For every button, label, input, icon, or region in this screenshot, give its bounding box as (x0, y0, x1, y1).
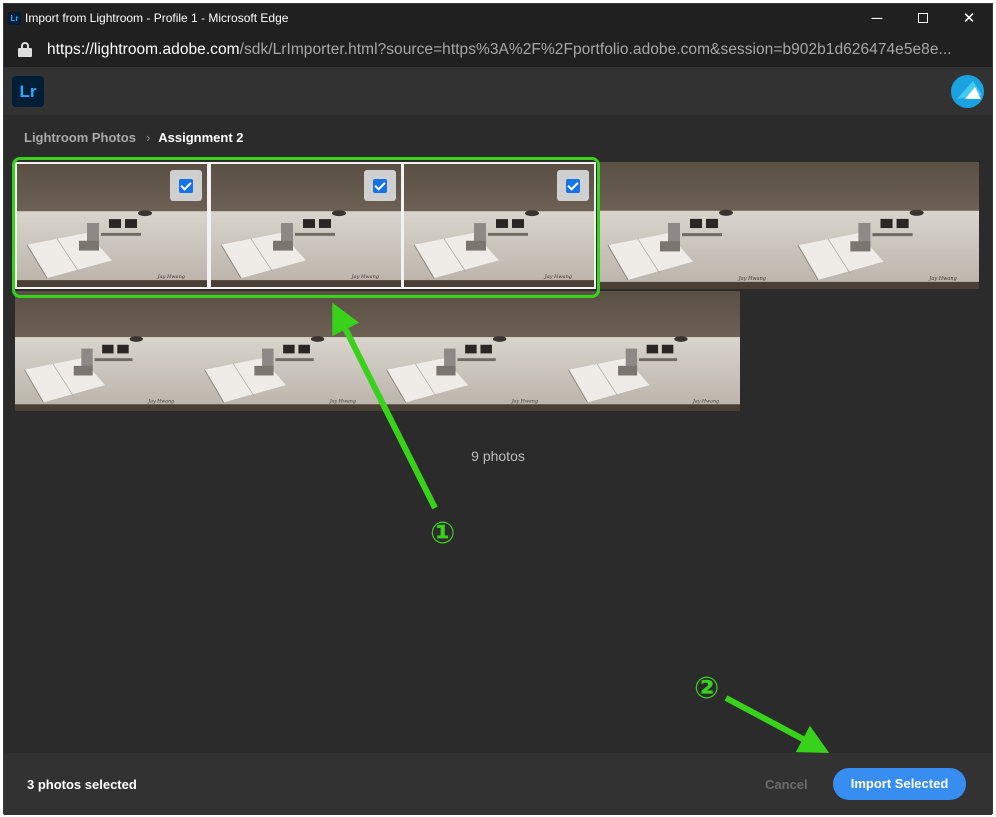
browser-window: Lr Import from Lightroom - Profile 1 - M… (3, 3, 993, 815)
annotation-arrow-1 (332, 302, 438, 510)
annotation-arrows (332, 302, 830, 754)
annotation-step-1: ① (430, 517, 456, 550)
annotation-arrow-2 (724, 695, 830, 754)
annotation-step-2: ② (694, 672, 720, 705)
